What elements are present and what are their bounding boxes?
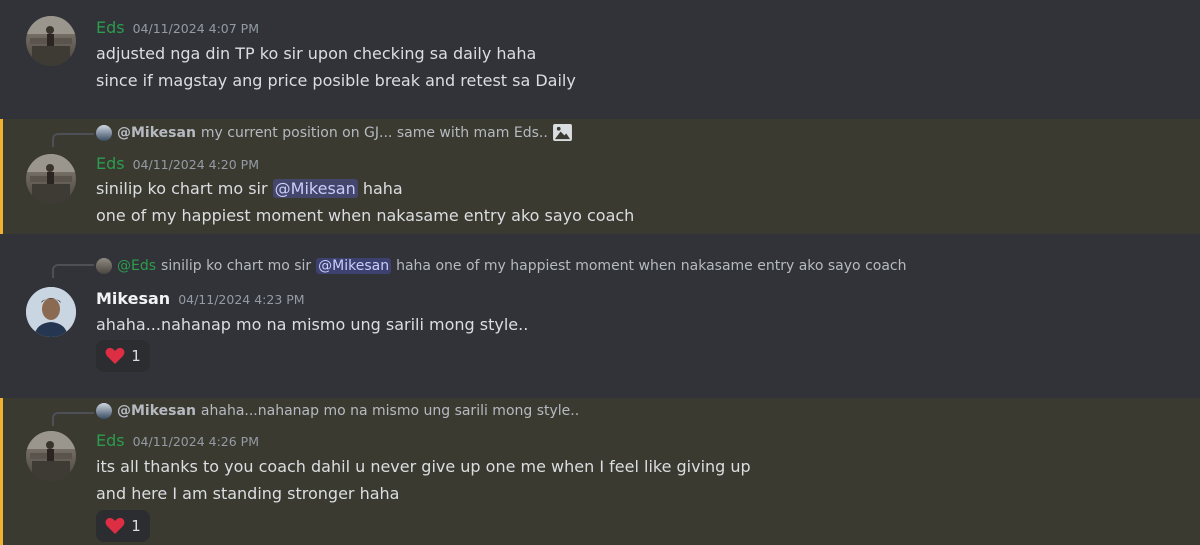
message-text: since if magstay ang price posible break… bbox=[96, 71, 576, 90]
avatar-image-icon bbox=[26, 154, 76, 204]
heart-icon bbox=[105, 517, 125, 534]
message-text: its all thanks to you coach dahil u neve… bbox=[96, 457, 751, 476]
reaction-count: 1 bbox=[131, 517, 141, 535]
author-name[interactable]: Eds bbox=[96, 431, 125, 450]
reaction-button[interactable]: 1 bbox=[96, 510, 150, 542]
avatar-image-icon bbox=[26, 431, 76, 481]
text-segment: sinilip ko chart mo sir bbox=[96, 179, 268, 198]
message-2: @Mikesan my current position on GJ... sa… bbox=[0, 119, 1200, 234]
image-icon bbox=[552, 124, 572, 141]
user-mention[interactable]: @Mikesan bbox=[272, 179, 358, 198]
reply-text: my current position on GJ... same with m… bbox=[200, 124, 548, 141]
message-text: adjusted nga din TP ko sir upon checking… bbox=[96, 44, 537, 63]
author-name[interactable]: Eds bbox=[96, 154, 125, 173]
reply-connector bbox=[52, 133, 94, 147]
reply-text: sinilip ko chart mo sir bbox=[161, 258, 312, 274]
avatar[interactable] bbox=[26, 431, 76, 481]
message-text: ahaha...nahanap mo na mismo ung sarili m… bbox=[96, 315, 529, 334]
avatar[interactable] bbox=[26, 287, 76, 337]
reaction-count: 1 bbox=[131, 347, 141, 365]
message-text: sinilip ko chart mo sir @Mikesan haha bbox=[96, 179, 403, 198]
reaction-button[interactable]: 1 bbox=[96, 340, 150, 372]
user-mention[interactable]: @Mikesan bbox=[316, 258, 392, 274]
timestamp[interactable]: 04/11/2024 4:23 PM bbox=[178, 292, 304, 307]
author-name[interactable]: Mikesan bbox=[96, 289, 170, 308]
avatar-image-icon bbox=[26, 287, 76, 337]
avatar-image-icon bbox=[26, 16, 76, 66]
message-4: @Mikesan ahaha...nahanap mo na mismo ung… bbox=[0, 398, 1200, 545]
message-text: one of my happiest moment when nakasame … bbox=[96, 206, 635, 225]
reply-text: ahaha...nahanap mo na mismo ung sarili m… bbox=[200, 403, 580, 419]
author-name[interactable]: Eds bbox=[96, 18, 125, 37]
reply-author[interactable]: @Mikesan bbox=[117, 403, 196, 419]
avatar[interactable] bbox=[26, 154, 76, 204]
message-text: and here I am standing stronger haha bbox=[96, 484, 400, 503]
avatar[interactable] bbox=[26, 16, 76, 66]
reply-avatar bbox=[96, 403, 112, 419]
reply-preview[interactable]: @Mikesan ahaha...nahanap mo na mismo ung… bbox=[96, 403, 579, 419]
reply-author[interactable]: @Eds bbox=[117, 258, 156, 274]
message-3: @Eds sinilip ko chart mo sir @Mikesan ha… bbox=[0, 234, 1200, 398]
reply-avatar bbox=[96, 124, 112, 141]
reply-connector bbox=[52, 412, 94, 426]
message-1: Eds 04/11/2024 4:07 PM adjusted nga din T… bbox=[0, 0, 1200, 112]
text-segment: haha bbox=[362, 179, 403, 198]
timestamp[interactable]: 04/11/2024 4:20 PM bbox=[133, 157, 259, 172]
reply-connector bbox=[52, 264, 94, 278]
timestamp[interactable]: 04/11/2024 4:26 PM bbox=[133, 434, 259, 449]
reply-preview[interactable]: @Mikesan my current position on GJ... sa… bbox=[96, 124, 572, 141]
reply-preview[interactable]: @Eds sinilip ko chart mo sir @Mikesan ha… bbox=[96, 258, 906, 274]
reply-author[interactable]: @Mikesan bbox=[117, 125, 196, 141]
timestamp[interactable]: 04/11/2024 4:07 PM bbox=[133, 21, 259, 36]
reply-avatar bbox=[96, 258, 112, 274]
heart-icon bbox=[105, 347, 125, 364]
reply-text: haha one of my happiest moment when naka… bbox=[396, 258, 907, 274]
